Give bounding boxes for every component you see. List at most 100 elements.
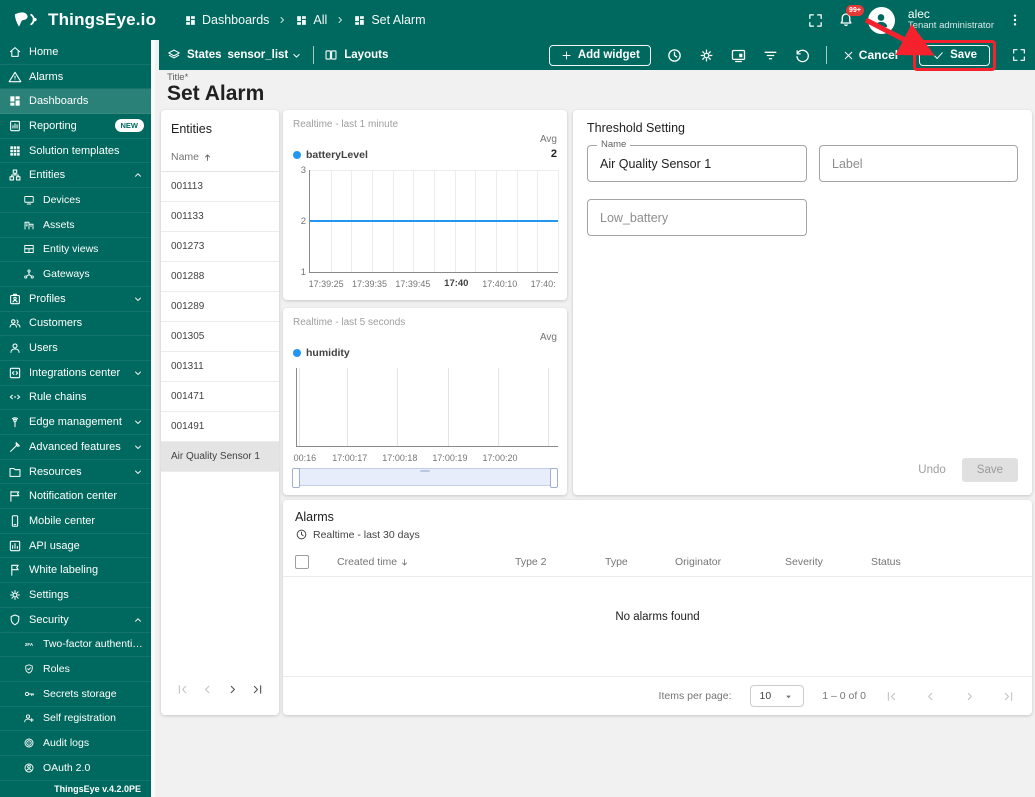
alarm-type-field[interactable] — [588, 200, 806, 235]
layers-icon — [168, 49, 180, 59]
entity-row[interactable]: 001273 — [161, 232, 279, 262]
sidebar-item-label: Reporting — [29, 119, 77, 132]
legend-item[interactable]: humidity — [293, 347, 350, 359]
2fa-icon: 2FA — [24, 642, 33, 647]
chev-right-icon[interactable] — [225, 682, 240, 697]
column-header-status[interactable]: Status — [871, 556, 1020, 568]
dashboard-settings-icon[interactable] — [698, 47, 715, 64]
filters-icon — [764, 51, 777, 59]
threshold-save-button[interactable]: Save — [961, 458, 1018, 482]
sidebar-item-customers[interactable]: Customers — [0, 312, 151, 337]
legend-item[interactable]: batteryLevel — [293, 149, 368, 161]
sort-asc-icon — [205, 154, 210, 161]
sidebar-item-label: Settings — [29, 588, 69, 601]
sidebar-item-settings[interactable]: Settings — [0, 583, 151, 608]
kebab-menu-icon[interactable] — [1007, 12, 1023, 28]
entity-row[interactable]: 001288 — [161, 262, 279, 292]
last-page-icon[interactable] — [250, 682, 265, 697]
layouts-button[interactable]: Layouts — [324, 48, 388, 62]
agg-value: 2 — [550, 148, 557, 160]
chevron-up-icon — [135, 617, 141, 622]
entity-row[interactable]: 001305 — [161, 322, 279, 352]
breadcrumb-item-dashboards[interactable]: Dashboards — [184, 13, 269, 27]
app-logo[interactable]: ThingsEye.io — [12, 8, 170, 32]
sidebar-item-api-usage[interactable]: API usage — [0, 534, 151, 559]
add-widget-button[interactable]: Add widget — [548, 44, 651, 66]
column-header-created-time[interactable]: Created time — [337, 556, 515, 568]
sidebar-item-resources[interactable]: Resources — [0, 460, 151, 485]
security-icon — [10, 614, 19, 625]
entity-row[interactable]: 001311 — [161, 352, 279, 382]
cancel-button[interactable]: Cancel — [842, 48, 898, 62]
sidebar-item-entity-views[interactable]: Entity views — [0, 238, 151, 263]
sidebar-item-secrets-storage[interactable]: Secrets storage — [0, 682, 151, 707]
entities-column-header[interactable]: Name — [161, 138, 279, 172]
sidebar-item-two-factor-authenticati[interactable]: 2FA Two-factor authenticati... — [0, 633, 151, 658]
name-field[interactable] — [588, 146, 806, 181]
first-page-icon — [178, 685, 187, 694]
avatar[interactable] — [867, 6, 895, 34]
column-header-severity[interactable]: Severity — [785, 556, 871, 568]
sort-desc-icon — [399, 557, 410, 568]
user-menu[interactable]: alec Tenant administrator — [908, 7, 994, 33]
time-range-slider[interactable] — [292, 468, 558, 488]
sidebar-item-roles[interactable]: Roles — [0, 657, 151, 682]
notifications-button[interactable]: 99+ — [837, 5, 864, 29]
entity-row[interactable]: 001133 — [161, 202, 279, 232]
sidebar-item-advanced-features[interactable]: Advanced features — [0, 435, 151, 460]
entity-aliases-icon[interactable] — [730, 47, 747, 64]
entity-row[interactable]: 001113 — [161, 172, 279, 202]
timewindow-icon[interactable] — [666, 47, 683, 64]
column-header-type[interactable]: Type — [605, 556, 675, 568]
sidebar-item-assets[interactable]: Assets — [0, 213, 151, 238]
alarms-timewindow-button[interactable]: Realtime - last 30 days — [283, 525, 1032, 548]
sidebar-item-users[interactable]: Users — [0, 336, 151, 361]
dashboard-icon — [297, 15, 307, 25]
sidebar-item-alarms[interactable]: Alarms — [0, 65, 151, 90]
sidebar-item-devices[interactable]: Devices — [0, 188, 151, 213]
entity-row[interactable]: 001471 — [161, 382, 279, 412]
sidebar-item-dashboards[interactable]: Dashboards — [0, 89, 151, 115]
battery-level-chart-widget: Realtime - last 1 minute Avg batteryLeve… — [283, 110, 567, 300]
entity-aliases-icon — [731, 49, 745, 62]
breadcrumb-item-all[interactable]: All — [295, 13, 327, 27]
sidebar-item-self-registration[interactable]: Self registration — [0, 707, 151, 732]
entity-row[interactable]: 001289 — [161, 292, 279, 322]
sidebar-item-white-labeling[interactable]: White labeling — [0, 558, 151, 584]
sidebar-item-rule-chains[interactable]: Rule chains — [0, 386, 151, 411]
sidebar-item-reporting[interactable]: Reporting NEW — [0, 114, 151, 139]
undo-button[interactable]: Undo — [918, 464, 946, 476]
fullscreen-icon[interactable] — [807, 12, 824, 29]
items-per-page-select[interactable]: 10 — [749, 685, 805, 707]
sidebar-item-mobile-center[interactable]: Mobile center — [0, 509, 151, 534]
chevron-up-icon — [135, 173, 141, 177]
expand-dashboard-icon[interactable] — [1011, 47, 1027, 63]
save-button[interactable]: Save — [919, 44, 990, 66]
version-history-icon[interactable] — [794, 47, 811, 64]
sidebar-item-profiles[interactable]: Profiles — [0, 287, 151, 312]
column-header-type-2[interactable]: Type 2 — [515, 556, 605, 568]
states-select[interactable]: States sensor_list — [167, 48, 303, 62]
sidebar-item-notification-center[interactable]: Notification center — [0, 484, 151, 510]
breadcrumb-item-set-alarm[interactable]: Set Alarm — [353, 13, 426, 27]
label-field[interactable] — [820, 146, 1017, 181]
select-all-checkbox[interactable] — [295, 555, 309, 569]
sidebar-item-audit-logs[interactable]: Audit logs — [0, 731, 151, 756]
sidebar-item-security[interactable]: Security — [0, 608, 151, 633]
sidebar-item-entities[interactable]: Entities — [0, 163, 151, 189]
sidebar-item-gateways[interactable]: Gateways — [0, 262, 151, 287]
column-header-originator[interactable]: Originator — [675, 556, 785, 568]
sidebar-item-oauth-2-0[interactable]: OAuth 2.0 — [0, 756, 151, 781]
sidebar-item-label: Integrations center — [29, 366, 121, 379]
sidebar-item-label: Notification center — [29, 490, 118, 503]
entity-row[interactable]: 001491 — [161, 412, 279, 442]
filters-icon[interactable] — [762, 47, 779, 64]
sidebar-item-integrations-center[interactable]: Integrations center — [0, 361, 151, 386]
sidebar-item-label: Solution templates — [29, 144, 120, 157]
page-title[interactable]: Set Alarm — [167, 82, 264, 106]
sidebar-item-solution-templates[interactable]: Solution templates — [0, 139, 151, 164]
entity-row[interactable]: Air Quality Sensor 1 — [161, 442, 279, 472]
close-icon — [842, 49, 855, 62]
sidebar-item-edge-management[interactable]: Edge management — [0, 410, 151, 435]
sidebar-item-home[interactable]: Home — [0, 40, 151, 65]
